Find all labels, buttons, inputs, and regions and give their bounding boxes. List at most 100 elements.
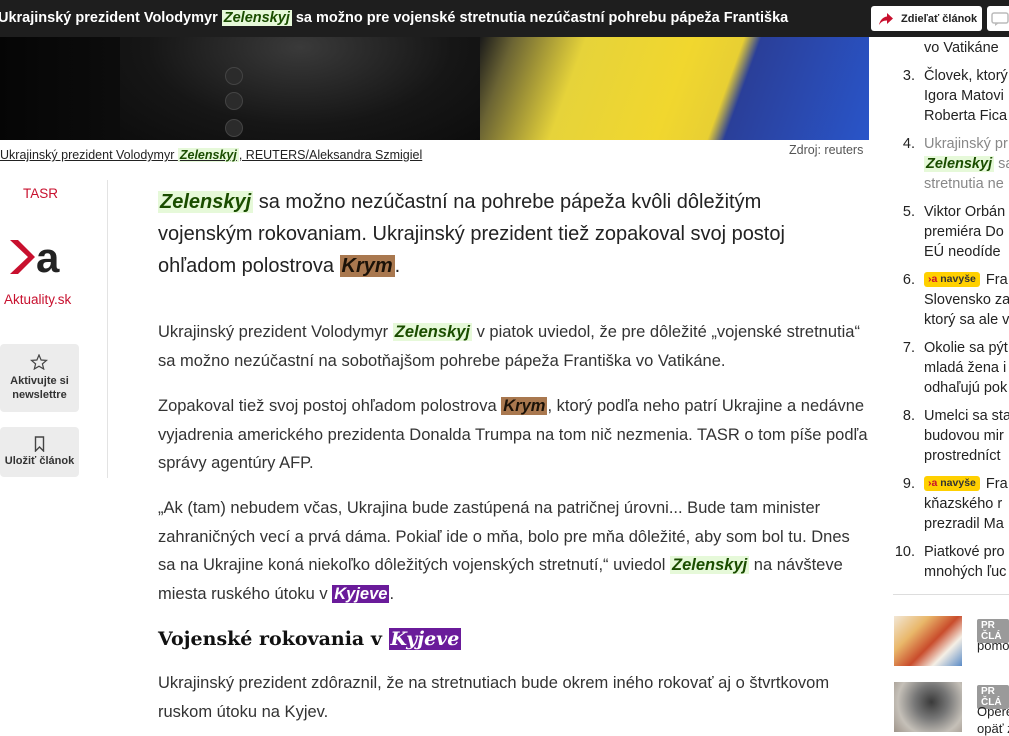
header-title-text-end: sa možno pre vojenské stretnutia nezúčas… <box>291 10 789 26</box>
agency-name[interactable]: TASR <box>23 186 58 201</box>
keyword-highlight[interactable]: Zelenskyj <box>221 10 292 26</box>
comments-button[interactable] <box>987 6 1009 31</box>
badge-label: navyše <box>940 477 976 489</box>
caption-credit: , REUTERS/Aleksandra Szmigiel <box>238 148 423 162</box>
header-title-text: Ukrajinský prezident Volodymyr <box>0 10 222 26</box>
photo-shirt-button <box>225 67 243 85</box>
pr-article-title[interactable]: opäť z <box>977 720 1009 736</box>
sticky-article-header: Ukrajinský prezident Volodymyr Zelenskyj… <box>0 0 1009 37</box>
item-number: 9. <box>902 476 915 492</box>
item-text: Okolie sa pýt mladá žena i odhaľujú pok <box>924 338 1009 398</box>
badge-mark: ›a <box>928 273 938 285</box>
keyword-highlight[interactable]: Zelenskyj <box>924 156 995 172</box>
item-line: Ukrajinský pr <box>924 136 1008 152</box>
pr-article-title[interactable]: pomo <box>977 637 1009 654</box>
star-icon <box>30 354 48 370</box>
item-text: Ukrajinský pr Zelenskyj sa stretnutia ne <box>924 134 1009 194</box>
item-line: mladá žena i <box>924 360 1007 376</box>
item-number: 4. <box>902 136 915 152</box>
site-name[interactable]: Aktuality.sk <box>4 292 71 307</box>
share-arrow-icon <box>879 12 893 25</box>
article-paragraph: Ukrajinský prezident Volodymyr Zelenskyj… <box>158 318 868 375</box>
item-number: 6. <box>902 272 915 288</box>
perex-text: sa možno nezúčastní na pohrebe pápeža kv… <box>158 191 785 277</box>
item-text: vo Vatikáne <box>924 40 999 56</box>
save-article-button[interactable]: Uložiť článok <box>0 427 79 477</box>
item-line: premiéra Do <box>924 224 1004 240</box>
article-meta: TASR a Aktuality.sk Aktivujte si newslet… <box>0 180 108 478</box>
photo-caption[interactable]: Ukrajinský prezident Volodymyr Zelenskyj… <box>0 148 422 162</box>
item-line: prostredníct <box>924 448 1001 464</box>
aktuality-logo[interactable]: a <box>8 232 78 282</box>
item-text: Piatkové pro mnohých ľuc <box>924 542 1009 582</box>
share-article-button[interactable]: Zdieľať článok <box>871 6 982 31</box>
item-line: Zelenskyj sa <box>924 154 1009 174</box>
heading-text: Vojenské rokovania v <box>158 628 389 650</box>
item-line: Viktor Orbán <box>924 204 1006 220</box>
perex-text: . <box>394 255 401 277</box>
item-line: mnohých ľuc <box>924 564 1007 580</box>
item-line-text: sa <box>998 156 1009 172</box>
keyword-highlight[interactable]: Zelenskyj <box>670 556 750 574</box>
item-line-text: Fra <box>985 272 1008 288</box>
item-line-text: Fra <box>985 476 1008 492</box>
paragraph-text: Ukrajinský prezident Volodymyr <box>158 323 393 341</box>
keyword-highlight[interactable]: Zelenskyj <box>392 323 472 341</box>
pr-article-title[interactable]: Opere <box>977 703 1009 720</box>
comment-icon <box>991 11 1009 26</box>
sidebar-divider <box>893 594 1009 595</box>
item-line: kňazského r <box>924 496 1003 512</box>
navyse-badge: ›a navyše <box>924 272 980 287</box>
article-paragraph: „Ak (tam) nebudem včas, Ukrajina bude za… <box>158 494 868 608</box>
photo-ukraine-flag <box>480 37 869 140</box>
photo-shirt <box>120 37 480 140</box>
item-number: 5. <box>902 204 915 220</box>
article-photo[interactable] <box>0 37 869 140</box>
item-text: ›a navyše Fra Slovensko za ktorý sa ale v <box>924 270 1009 330</box>
item-line: Človek, ktorý <box>924 68 1008 84</box>
item-line: ktorý sa ale v <box>924 312 1009 328</box>
item-number: 10. <box>894 544 915 560</box>
item-number: 3. <box>902 68 915 84</box>
item-line: budovou mir <box>924 428 1004 444</box>
keyword-highlight[interactable]: Zelenskyj <box>177 148 239 162</box>
newsletter-button[interactable]: Aktivujte si newslettre <box>0 344 79 412</box>
item-text: Človek, ktorý Igora Matovi Roberta Fica <box>924 66 1009 126</box>
photo-source: Zdroj: reuters <box>789 143 864 157</box>
header-title: Ukrajinský prezident Volodymyr Zelenskyj… <box>0 10 788 26</box>
item-line: prezradil Ma <box>924 516 1004 532</box>
item-line: Umelci sa sta <box>924 408 1009 424</box>
keyword-highlight[interactable]: Zelenskyj <box>158 191 254 213</box>
photo-shirt-button <box>225 119 243 137</box>
navyse-badge: ›a navyše <box>924 476 980 491</box>
paragraph-text: . <box>389 584 395 603</box>
photo-shirt-button <box>225 92 243 110</box>
item-line: Igora Matovi <box>924 88 1004 104</box>
item-line: Okolie sa pýt <box>924 340 1008 356</box>
article-perex: Zelenskyj sa možno nezúčastní na pohrebe… <box>158 186 858 282</box>
section-heading: Vojenské rokovania v Kyjeve <box>158 628 462 650</box>
paragraph-text: Zopakoval tiež svoj postoj ohľadom polos… <box>158 397 502 415</box>
badge-mark: ›a <box>928 477 938 489</box>
bookmark-icon <box>34 436 45 452</box>
newsletter-label: Aktivujte si <box>10 375 69 387</box>
caption-text: Ukrajinský prezident Volodymyr <box>0 148 178 162</box>
badge-label: navyše <box>940 273 976 285</box>
keyword-highlight[interactable]: Kyjeve <box>388 628 462 650</box>
item-line: Piatkové pro <box>924 544 1005 560</box>
item-text: Umelci sa sta budovou mir prostredníct <box>924 406 1009 466</box>
keyword-highlight[interactable]: Krym <box>339 255 395 277</box>
keyword-highlight[interactable]: Krym <box>501 397 548 415</box>
item-number: 8. <box>902 408 915 424</box>
pr-article-thumbnail[interactable] <box>894 616 962 666</box>
item-line: ›a navyše Fra <box>924 270 1009 290</box>
item-text: Viktor Orbán premiéra Do EÚ neodíde <box>924 202 1009 262</box>
item-line: Roberta Fica <box>924 108 1008 124</box>
item-line: Slovensko za <box>924 292 1009 308</box>
svg-text:a: a <box>36 234 60 281</box>
item-line: odhaľujú pok <box>924 380 1008 396</box>
article-paragraph: Ukrajinský prezident zdôraznil, že na st… <box>158 674 830 721</box>
keyword-highlight[interactable]: Kyjeve <box>332 584 390 603</box>
save-label: Uložiť článok <box>4 455 75 467</box>
pr-article-thumbnail[interactable] <box>894 682 962 732</box>
